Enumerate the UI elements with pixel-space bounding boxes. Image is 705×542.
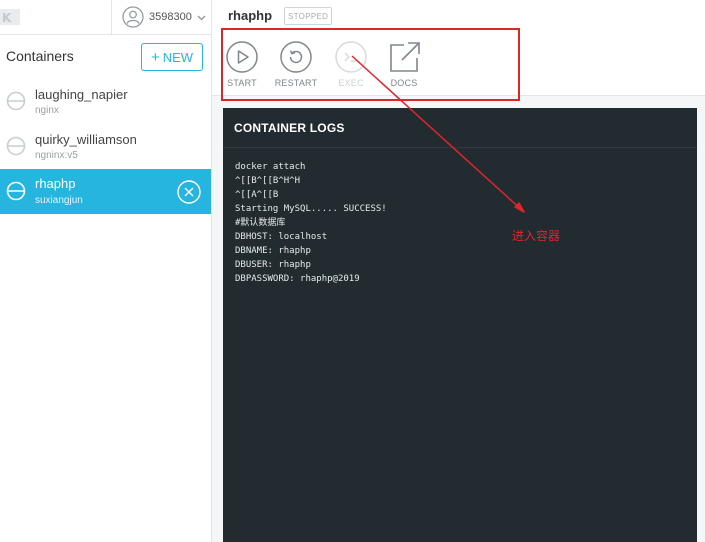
log-line: #默认数据库	[235, 218, 286, 228]
stopped-status-icon	[6, 91, 26, 111]
remove-container-icon[interactable]	[177, 180, 201, 204]
container-name: laughing_napier	[35, 87, 128, 102]
log-line: DBUSER: rhaphp	[235, 260, 311, 270]
stopped-status-icon	[6, 136, 26, 156]
container-title: rhaphp	[228, 8, 273, 23]
svg-text:K: K	[2, 11, 12, 25]
sidebar: K 3598300 Containers + NEW laughing_napi…	[0, 0, 212, 542]
chevron-down-icon	[197, 15, 206, 20]
docs-label: DOCS	[390, 78, 418, 88]
log-line: DBPASSWORD: rhaphp@2019	[235, 274, 360, 284]
log-line: Starting MySQL..... SUCCESS!	[235, 204, 387, 214]
play-icon	[226, 41, 258, 73]
container-name: rhaphp	[35, 176, 76, 191]
status-badge: STOPPED	[284, 7, 333, 25]
stopped-status-icon	[6, 181, 26, 201]
start-button[interactable]: START	[223, 40, 261, 88]
sidebar-header: K 3598300	[0, 0, 211, 35]
container-list: laughing_napier nginx quirky_williamson …	[0, 79, 211, 214]
containers-header: Containers + NEW	[0, 35, 211, 80]
container-name: quirky_williamson	[35, 132, 137, 147]
user-avatar-icon	[122, 6, 144, 28]
external-link-icon	[390, 42, 420, 72]
containers-title: Containers	[6, 48, 74, 64]
log-line: DBNAME: rhaphp	[235, 246, 311, 256]
log-line: ^[[A^[[B	[235, 190, 279, 200]
logs-output[interactable]: docker attach ^[[B^[[B^H^H ^[[A^[[B Star…	[223, 148, 697, 298]
exec-button[interactable]: EXEC	[332, 40, 370, 88]
header-divider	[111, 0, 112, 35]
container-image: suxiangjun	[35, 195, 83, 206]
start-label: START	[227, 78, 257, 88]
container-item-rhaphp[interactable]: rhaphp suxiangjun	[0, 169, 211, 214]
terminal-icon	[335, 41, 367, 73]
container-image: ngninx:v5	[35, 150, 78, 161]
logs-title: CONTAINER LOGS	[223, 108, 697, 148]
annotation-label: 进入容器	[512, 229, 561, 243]
account-name: 3598300	[149, 11, 192, 23]
container-toolbar: rhaphp STOPPED START RESTART EXEC DOCS	[212, 0, 705, 96]
kitematic-logo-icon[interactable]: K	[0, 7, 20, 27]
restart-button[interactable]: RESTART	[274, 40, 318, 88]
restart-icon	[280, 41, 312, 73]
container-image: nginx	[35, 105, 59, 116]
container-logs-panel: CONTAINER LOGS docker attach ^[[B^[[B^H^…	[223, 108, 697, 542]
container-item-quirky-williamson[interactable]: quirky_williamson ngninx:v5	[0, 124, 211, 169]
container-item-laughing-napier[interactable]: laughing_napier nginx	[0, 79, 211, 124]
log-line: ^[[B^[[B^H^H	[235, 176, 301, 186]
docs-button[interactable]: DOCS	[384, 40, 424, 88]
new-button-label: NEW	[162, 49, 194, 65]
account-menu[interactable]: 3598300	[122, 5, 206, 29]
plus-icon: +	[150, 48, 160, 66]
restart-label: RESTART	[274, 78, 318, 88]
new-container-button[interactable]: + NEW	[141, 43, 203, 71]
log-line: DBHOST: localhost	[235, 232, 328, 242]
exec-label: EXEC	[338, 78, 364, 88]
log-line: docker attach	[235, 162, 306, 172]
